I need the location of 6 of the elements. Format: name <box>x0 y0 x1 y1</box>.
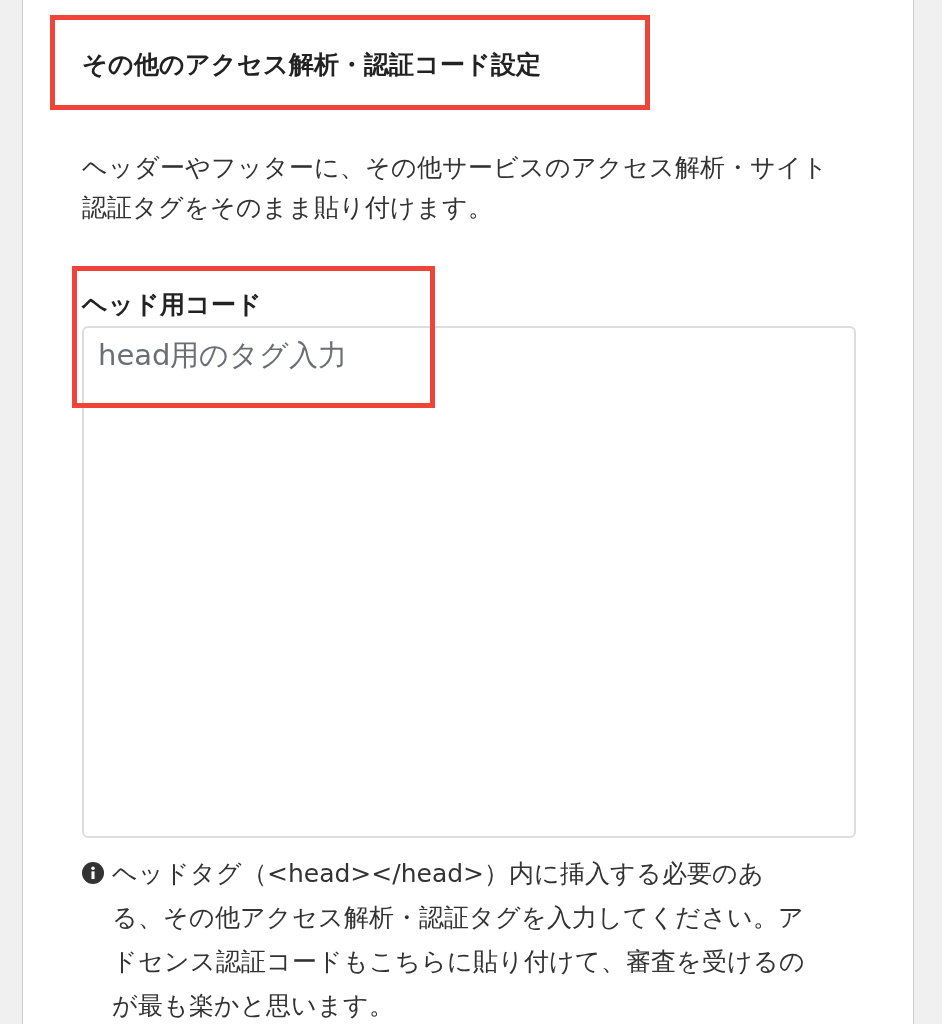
section-title: その他のアクセス解析・認証コード設定 <box>82 49 542 81</box>
field-label: ヘッド用コード <box>82 290 263 320</box>
help-text: ヘッドタグ（<head></head>）内に挿入する必要のあ る、その他アクセス解析・認証タグを入力してください。ア ドセンス認証コードもこちらに貼り付けて、審査を受けるの が最も楽かと思います。 <box>112 858 805 1022</box>
info-icon <box>82 862 104 884</box>
input-field[interactable]: head用のタグ入力 <box>82 326 856 838</box>
description-text: ヘッダーやフッターに、その他サービスのアクセス解析・サイト 認証タグをそのまま貼り付けます。 <box>82 152 829 224</box>
